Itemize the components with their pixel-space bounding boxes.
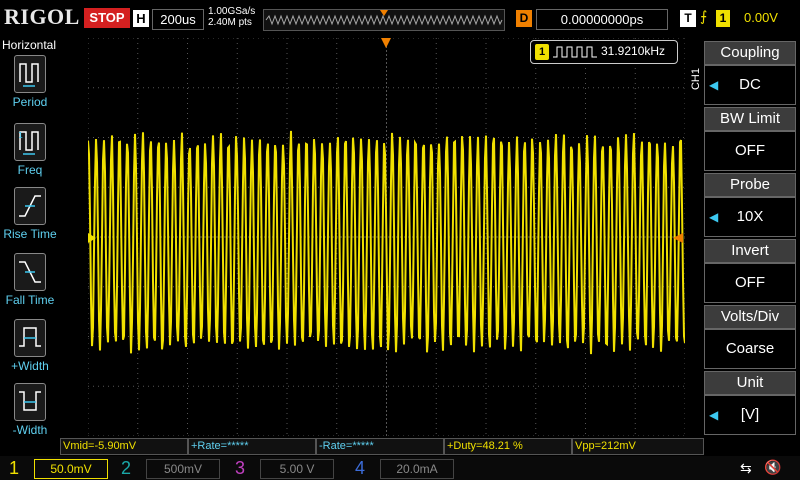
bw-limit-title: BW Limit — [704, 107, 796, 131]
trigger-source[interactable]: 1 — [716, 10, 730, 27]
delay-value[interactable]: 0.00000000ps — [536, 9, 668, 30]
rising-edge-icon: ⨍ — [700, 8, 708, 24]
measure-rise-time-button[interactable]: Rise Time — [0, 187, 60, 241]
unit-button[interactable]: Unit ◀ [V] — [704, 371, 796, 435]
selector-arrow-icon: ◀ — [709, 210, 719, 224]
bw-limit-value: OFF — [735, 142, 765, 159]
unit-value: [V] — [740, 406, 760, 423]
svg-text:1: 1 — [18, 131, 23, 140]
memory-trigger-marker-icon — [380, 10, 388, 16]
waveform-graticule[interactable] — [88, 38, 685, 436]
speaker-muted-icon: 🔇 — [764, 459, 782, 475]
measurement-positive-rate[interactable]: +Rate=***** — [188, 438, 316, 455]
timebase-value[interactable]: 200us — [152, 9, 204, 30]
coupling-title: Coupling — [704, 41, 796, 65]
rise-time-icon — [14, 187, 46, 225]
delay-badge: D — [516, 10, 532, 27]
ch3-scale[interactable]: 5.00 V — [260, 459, 334, 479]
period-icon — [14, 55, 46, 93]
volts-div-button[interactable]: Volts/Div Coarse — [704, 305, 796, 369]
counter-channel: 1 — [535, 44, 549, 60]
selector-arrow-icon: ◀ — [709, 408, 719, 422]
selector-arrow-icon: ◀ — [709, 78, 719, 92]
trigger-level[interactable]: 0.00V — [744, 10, 778, 25]
fall-time-icon — [14, 253, 46, 291]
volts-div-value: Coarse — [725, 340, 775, 357]
measurement-negative-rate[interactable]: -Rate=***** — [316, 438, 444, 455]
invert-value: OFF — [735, 274, 765, 291]
measure-freq-button[interactable]: 1 Freq — [0, 123, 60, 177]
freq-label: Freq — [17, 163, 43, 177]
measurement-positive-duty[interactable]: +Duty=48.21 % — [444, 438, 572, 455]
coupling-value: DC — [739, 76, 761, 93]
measure-negative-width-button[interactable]: -Width — [0, 383, 60, 437]
measure-positive-width-button[interactable]: +Width — [0, 319, 60, 373]
rigol-logo: RIGOL — [4, 4, 80, 29]
unit-title: Unit — [704, 371, 796, 395]
horizontal-measure-menu: Horizontal Period 1 Freq Rise Time Fall … — [0, 37, 60, 445]
measure-fall-time-button[interactable]: Fall Time — [0, 253, 60, 307]
positive-width-label: +Width — [11, 359, 49, 373]
positive-width-icon — [14, 319, 46, 357]
channel-settings-menu: Coupling ◀ DC BW Limit OFF Probe ◀ 10X Inv… — [704, 37, 800, 445]
ch1-scale[interactable]: 50.0mV — [34, 459, 108, 479]
run-stop-indicator[interactable]: STOP — [84, 8, 130, 28]
measure-period-button[interactable]: Period — [0, 55, 60, 109]
acquisition-info: 1.00GSa/s 2.40M pts — [208, 6, 255, 28]
frequency-counter: 1 31.9210kHz — [530, 40, 678, 64]
square-wave-icon — [553, 46, 597, 58]
invert-button[interactable]: Invert OFF — [704, 239, 796, 303]
negative-width-label: -Width — [12, 423, 48, 437]
memory-depth: 2.40M pts — [208, 17, 252, 28]
channel-menu-tag: CH1 — [690, 68, 702, 91]
volts-div-title: Volts/Div — [704, 305, 796, 329]
probe-title: Probe — [704, 173, 796, 197]
memory-overview-strip[interactable] — [263, 9, 505, 31]
ch2-number[interactable]: 2 — [112, 456, 140, 480]
probe-button[interactable]: Probe ◀ 10X — [704, 173, 796, 237]
ch4-number[interactable]: 4 — [346, 456, 374, 480]
negative-width-icon — [14, 383, 46, 421]
top-status-bar: RIGOL STOP H 200us 1.00GSa/s 2.40M pts D… — [0, 0, 800, 36]
fall-time-label: Fall Time — [5, 293, 55, 307]
counter-value: 31.9210kHz — [601, 44, 666, 58]
probe-value: 10X — [736, 208, 764, 225]
period-label: Period — [12, 95, 48, 109]
measurement-vpp[interactable]: Vpp=212mV — [572, 438, 704, 455]
measurement-vmid[interactable]: Vmid=-5.90mV — [60, 438, 188, 455]
ch3-number[interactable]: 3 — [226, 456, 254, 480]
coupling-button[interactable]: Coupling ◀ DC — [704, 41, 796, 105]
memory-waveform-icon — [265, 10, 503, 26]
left-menu-title: Horizontal — [2, 38, 57, 52]
bw-limit-button[interactable]: BW Limit OFF — [704, 107, 796, 171]
horizontal-badge: H — [133, 10, 149, 27]
ch1-waveform-trace — [88, 130, 685, 355]
rise-time-label: Rise Time — [3, 227, 57, 241]
usb-icon: ⇆ — [740, 460, 752, 476]
trigger-badge: T — [680, 10, 696, 27]
trigger-position-marker-icon — [381, 38, 391, 48]
ch4-scale[interactable]: 20.0mA — [380, 459, 454, 479]
ch1-number[interactable]: 1 — [0, 456, 28, 480]
invert-title: Invert — [704, 239, 796, 263]
sample-rate: 1.00GSa/s — [208, 6, 256, 17]
channel-status-bar: 1 50.0mV 2 500mV 3 5.00 V 4 20.0mA ⇆ 🔇 — [0, 456, 800, 480]
frequency-icon: 1 — [14, 123, 46, 161]
measurement-bar: Vmid=-5.90mV +Rate=***** -Rate=***** +Du… — [60, 438, 704, 455]
ch2-scale[interactable]: 500mV — [146, 459, 220, 479]
